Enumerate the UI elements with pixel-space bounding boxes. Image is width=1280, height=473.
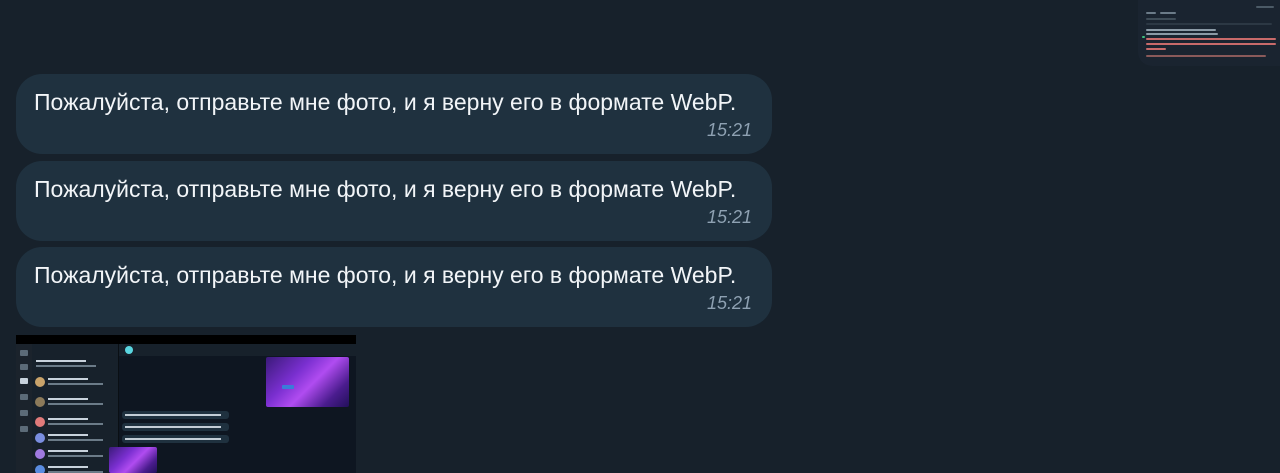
thumb-line (1146, 38, 1276, 40)
thumb-rail-icon (20, 378, 28, 384)
thumb-line (1146, 55, 1266, 57)
thumb-avatar (35, 465, 45, 473)
thumb-chat-row (32, 356, 118, 372)
thumb-rail-icon (20, 410, 28, 416)
thumb-chat-row (32, 446, 118, 462)
thumb-line (1146, 29, 1216, 31)
thumb-line (1146, 12, 1156, 14)
thumb-line (48, 423, 103, 425)
message-bubble[interactable]: Пожалуйста, отправьте мне фото, и я верн… (16, 74, 772, 154)
thumb-rail-icon (20, 350, 28, 356)
thumb-line (48, 403, 103, 405)
thumb-line (48, 418, 88, 420)
thumb-avatar (35, 449, 45, 459)
thumb-rail-icon (20, 426, 28, 432)
thumb-line (125, 414, 221, 416)
thumb-message (122, 411, 229, 419)
thumb-line (1160, 12, 1176, 14)
message-bubble[interactable]: Пожалуйста, отправьте мне фото, и я верн… (16, 247, 772, 327)
message-text: Пожалуйста, отправьте мне фото, и я верн… (34, 262, 737, 288)
thumb-image (109, 447, 157, 473)
message-text: Пожалуйста, отправьте мне фото, и я верн… (34, 89, 737, 115)
thumb-chat-row (32, 430, 118, 446)
screenshot-thumbnail-bottom[interactable] (16, 335, 356, 473)
thumb-line (48, 455, 103, 457)
thumb-line (125, 438, 221, 440)
screenshot-thumbnail-top[interactable] (1138, 0, 1280, 66)
message-time: 15:21 (706, 207, 752, 227)
thumb-line (48, 439, 103, 441)
thumb-avatar (125, 346, 133, 354)
message-text: Пожалуйста, отправьте мне фото, и я верн… (34, 176, 737, 202)
thumb-line (48, 383, 103, 385)
thumb-line (1146, 33, 1218, 35)
thumb-titlebar (16, 335, 356, 344)
thumb-image (266, 357, 349, 407)
thumb-line (48, 434, 88, 436)
thumb-chat-row (32, 394, 118, 410)
thumb-chat-row (32, 374, 118, 390)
thumb-line (36, 365, 96, 367)
thumb-chat-list (32, 344, 119, 473)
thumb-line (1142, 36, 1145, 38)
thumb-folder-rail (16, 344, 32, 473)
thumb-line (125, 426, 221, 428)
thumb-line (36, 360, 86, 362)
thumb-chat-header (119, 344, 356, 356)
thumb-badge (282, 385, 294, 389)
chat-history: Пожалуйста, отправьте мне фото, и я верн… (0, 0, 1280, 473)
thumb-rail-icon (20, 394, 28, 400)
thumb-avatar (35, 377, 45, 387)
thumb-chat-row (32, 462, 118, 473)
thumb-line (48, 398, 88, 400)
message-bubble[interactable]: Пожалуйста, отправьте мне фото, и я верн… (16, 161, 772, 241)
thumb-line (1146, 48, 1166, 50)
thumb-line (48, 378, 88, 380)
thumb-message (122, 435, 229, 443)
message-time: 15:21 (706, 120, 752, 140)
thumb-line (1256, 6, 1274, 8)
thumb-avatar (35, 397, 45, 407)
thumb-line (48, 450, 88, 452)
thumb-line (1146, 18, 1176, 20)
thumb-rail-icon (20, 364, 28, 370)
thumb-line (48, 466, 88, 468)
thumb-message (122, 423, 229, 431)
thumb-chat-row (32, 414, 118, 430)
thumb-avatar (35, 433, 45, 443)
thumb-line (1146, 43, 1276, 45)
message-time: 15:21 (706, 293, 752, 313)
thumb-avatar (35, 417, 45, 427)
thumb-line (1146, 23, 1272, 25)
